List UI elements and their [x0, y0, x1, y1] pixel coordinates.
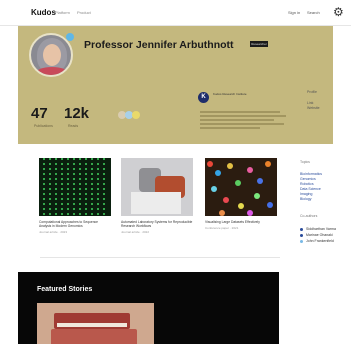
- featured-stories-title: Featured Stories: [37, 286, 93, 293]
- publication-thumbnail[interactable]: [39, 158, 111, 216]
- section-divider: [40, 257, 280, 258]
- profile-header: Professor Jennifer Arbuthnott Researcher…: [18, 26, 333, 144]
- publication-meta: Journal article · 2022: [121, 230, 150, 234]
- side-label-website[interactable]: Website: [307, 106, 320, 110]
- profile-name: Professor Jennifer Arbuthnott: [84, 39, 234, 51]
- featured-stories-section: Featured Stories: [18, 272, 279, 344]
- top-nav: Kudos Platform Product Sign in Search ⚙: [0, 0, 351, 26]
- publication-meta: Journal article · 2023: [39, 230, 68, 234]
- publication-title[interactable]: Automated Laboratory Systems for Reprodu…: [121, 220, 193, 228]
- coauthor-item[interactable]: John Frankenfield: [300, 238, 346, 244]
- stat-reads-value: 12k: [64, 105, 90, 122]
- publication-title[interactable]: Visualising Large Datasets Effectively: [205, 220, 277, 224]
- metric-dots: [118, 111, 148, 119]
- topics-heading: Topics: [300, 160, 310, 164]
- stat-publications-label: Publications: [34, 124, 53, 128]
- institution-logo-icon: K: [198, 92, 209, 103]
- publication-card[interactable]: Automated Laboratory Systems for Reprodu…: [121, 158, 193, 234]
- publication-card[interactable]: Computational Approaches to Sequence Ana…: [39, 158, 111, 234]
- featured-story-image[interactable]: [37, 303, 154, 344]
- stat-publications-value: 47: [31, 105, 48, 122]
- nav-link-platform[interactable]: Platform: [55, 10, 70, 15]
- verified-badge-icon: [66, 33, 74, 41]
- gear-icon[interactable]: ⚙: [333, 6, 345, 18]
- sign-in-link[interactable]: Sign in: [288, 10, 300, 15]
- logo[interactable]: Kudos: [31, 8, 56, 17]
- coauthor-name[interactable]: John Frankenfield: [306, 239, 334, 243]
- nav-link-product[interactable]: Product: [77, 10, 91, 15]
- stat-reads-label: Reads: [68, 124, 79, 128]
- publication-card[interactable]: Visualising Large Datasets Effectively C…: [205, 158, 277, 230]
- affiliation-title: Kudos Research Institute: [213, 92, 247, 96]
- publication-meta: Conference paper · 2021: [205, 226, 239, 230]
- side-label-profile: Profile: [307, 90, 317, 94]
- search-link[interactable]: Search: [307, 10, 320, 15]
- publication-title[interactable]: Computational Approaches to Sequence Ana…: [39, 220, 111, 228]
- coauthors-heading: Co-authors: [300, 214, 318, 218]
- coauthor-name[interactable]: Siddharthan Varma: [306, 227, 336, 231]
- publication-thumbnail[interactable]: [121, 158, 193, 216]
- side-label-link[interactable]: Link: [307, 101, 313, 105]
- publication-thumbnail[interactable]: [205, 158, 277, 216]
- profile-tag: Researcher: [250, 41, 268, 47]
- topics-sidebar: Topics Bioinformatics Genomics Robotics …: [300, 160, 346, 244]
- coauthor-name[interactable]: Marinae Ohanaki: [306, 233, 333, 237]
